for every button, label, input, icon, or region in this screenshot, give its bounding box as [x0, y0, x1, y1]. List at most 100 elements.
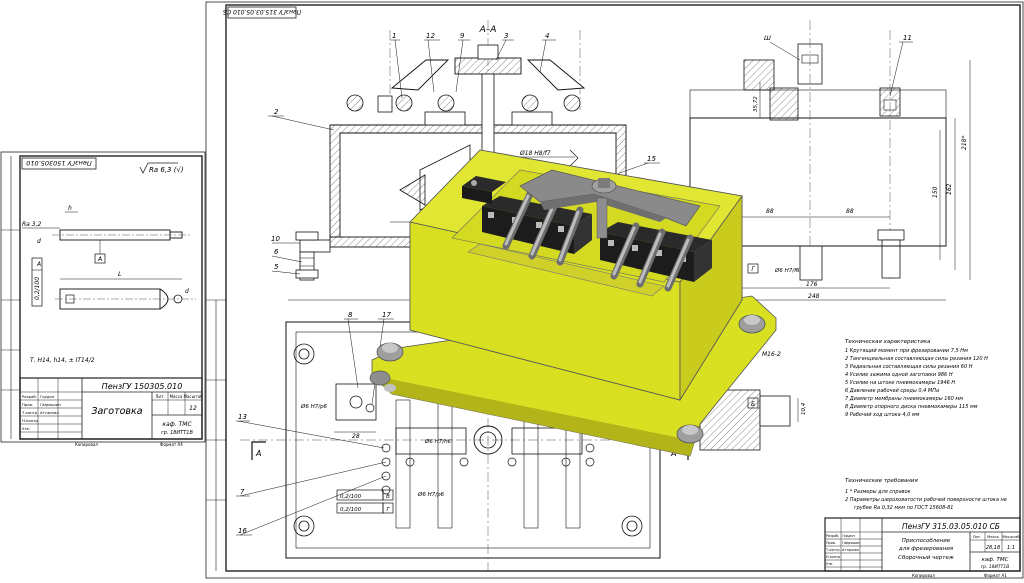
a1-group: гр. 18ИТТ1В: [981, 564, 1010, 570]
balloon-2: 2: [274, 108, 279, 116]
a1-doc-code: ПензГУ 315.03.05.010 СБ: [902, 522, 1000, 531]
a4-row-3: Т.контр.: [21, 410, 38, 415]
sheet-a4-blank: ПензГУ 150305.010 Ra 6,3 (√) h Ra 3,2 d …: [0, 151, 206, 447]
view-arrow-a-left: А: [255, 449, 261, 458]
a4-footer-copy: Копировал: [75, 442, 98, 447]
spec-line-2: 2 Тангенциальная составляющая силы резан…: [845, 356, 988, 362]
a4-group: гр. 18ИТТ1В: [161, 430, 193, 436]
a4-name-1: Гордон: [40, 394, 55, 399]
a4-hdr-lit: Лит.: [155, 394, 164, 399]
a1-name-2: Гаврюшин: [842, 541, 861, 545]
spec-line-3: 3 Радиальная составляющая силы резания 6…: [845, 364, 973, 370]
a4-dim-l: L: [118, 270, 122, 278]
tol-frame-1-datum: В: [386, 494, 390, 500]
a4-tech-note: Т. H14, h14, ± IT14/2: [30, 357, 95, 364]
balloon-17: 17: [382, 311, 391, 319]
dim-35-72: 35,72: [753, 96, 759, 112]
a4-part-title: Заготовка: [91, 406, 142, 417]
balloon-13: 13: [238, 413, 247, 421]
a4-doc-code: ПензГУ 150305.010: [102, 382, 183, 391]
balloon-12: 12: [426, 32, 435, 40]
a1-row-5: Утв.: [826, 562, 833, 566]
req-line-3: грубее Ra 0,32 мкм по ГОСТ 15608-81: [854, 505, 953, 511]
tol-frame-1-value: 0,2/100: [340, 494, 362, 500]
a4-callout-h: h: [68, 205, 72, 212]
dim-162: 162: [946, 183, 953, 195]
a4-footer-format: Формат А4: [160, 442, 183, 447]
spec-line-5: 5 Усилие на штоке пневмокамеры 1946 Н: [845, 380, 955, 386]
balloon-7: 7: [240, 488, 245, 496]
a4-row-5: Утв.: [22, 426, 30, 431]
dim-88-left: 88: [766, 208, 774, 215]
a1-footer-copy: Копировал: [912, 573, 935, 578]
a4-callout-ra: Ra 3,2: [22, 221, 41, 228]
drawing-canvas: ПензГУ 150305.010 Ra 6,3 (√) h Ra 3,2 d …: [0, 1, 1024, 579]
a4-dept: каф. ТМС: [162, 421, 192, 428]
fit-label-1: Ø18 H8/f7: [519, 150, 551, 157]
dim-m16: M16-2: [762, 351, 781, 358]
a4-dim-d: d: [185, 288, 189, 295]
dim-88-right: 88: [846, 208, 854, 215]
drawing-stage: ПензГУ 150305.010 Ra 6,3 (√) h Ra 3,2 d …: [0, 0, 1024, 579]
req-title: Технические требования: [845, 478, 918, 484]
dim-176: 176: [806, 281, 818, 288]
a1-dept: каф. ТМС: [982, 557, 1009, 563]
a4-datum-a: A: [97, 256, 102, 263]
spec-line-1: 1 Крутящий момент при фрезеровании 7,5 Н…: [845, 348, 968, 354]
a4-sheet-number: 12: [189, 405, 197, 412]
balloon-3: 3: [504, 32, 508, 40]
req-line-1: 1 * Размеры для справок: [845, 489, 911, 495]
a1-row-2: Пров.: [826, 541, 836, 545]
a1-name-3: Аттарова: [841, 548, 859, 552]
view-label-b: Б: [751, 401, 755, 408]
balloon-1: 1: [392, 32, 396, 40]
a4-rotated-stamp: ПензГУ 150305.010: [26, 159, 92, 167]
dim-218: 218*: [961, 136, 968, 150]
a4-roughness-sign: Ra 6,3 (√): [149, 166, 184, 174]
a4-row-4: Н.контр.: [22, 418, 39, 423]
balloon-16: 16: [238, 527, 247, 535]
a1-title-line-1: Приспособление: [902, 538, 951, 544]
balloon-6: 6: [274, 248, 279, 256]
a4-tolerance-value: 0,2/100: [34, 277, 41, 300]
dim-150: 150: [932, 186, 939, 198]
a1-mass: 28,18: [986, 545, 1000, 551]
a4-tolerance-datum: A: [36, 261, 41, 268]
a4-hdr-mass: Масса: [170, 394, 183, 399]
fit-label-3: Ø6 H7/p6: [300, 403, 328, 410]
a1-footer-format: Формат А1: [984, 573, 1007, 578]
fit-label-5: Ø6 H7/h6: [424, 438, 452, 445]
a1-row-4: Н.контр.: [826, 555, 841, 559]
spec-line-8: 8 Диаметр опорного диска пневмокамеры 11…: [845, 404, 978, 410]
a1-title-line-2: для фрезерования: [898, 546, 954, 552]
a1-row-1: Разраб.: [826, 534, 839, 538]
a4-name-2: Гаврюшин: [40, 402, 61, 407]
dim-248: 248: [808, 293, 820, 300]
spec-line-7: 7 Диаметр мембраны пневмокамеры 160 мм: [845, 396, 963, 402]
a4-name-3: Аттарова: [39, 410, 59, 415]
a1-hdr-lit: Лит.: [973, 535, 981, 539]
a4-hdr-scale: Масштаб: [183, 394, 203, 399]
a4-row-1: Разраб.: [22, 394, 37, 399]
a4-callout-d: d: [37, 238, 41, 245]
a1-name-1: Гордон: [842, 534, 856, 538]
a1-title-line-3: Сборочный чертеж: [898, 555, 954, 561]
balloon-8: 8: [348, 311, 353, 319]
a1-row-3: Т.контр.: [825, 548, 841, 552]
req-line-2: 2 Параметры шероховатости рабочей поверх…: [845, 497, 1007, 503]
spec-line-6: 6 Давление рабочей среды 0,4 МПа: [845, 388, 939, 394]
balloon-9: 9: [460, 32, 465, 40]
balloon-5: 5: [274, 263, 279, 271]
balloon-10: 10: [271, 235, 280, 243]
fit-label-2: Ø6 H7/f6: [774, 267, 800, 274]
balloon-11: 11: [903, 34, 912, 42]
a1-hdr-mass: Масса: [987, 535, 998, 539]
a1-hdr-scale: Масштаб: [1002, 535, 1020, 539]
spec-line-9: 9 Рабочий ход штока 4,0 мм: [845, 412, 920, 418]
a1-scale: 1:1: [1007, 545, 1015, 551]
spec-line-4: 4 Усилие зажима одной заготовки 986 Н: [845, 372, 953, 378]
dim-sh: Ш: [764, 34, 771, 42]
balloon-4: 4: [545, 32, 549, 40]
tol-frame-2-value: 0,2/100: [340, 507, 362, 513]
a4-row-2: Пров.: [22, 402, 33, 407]
